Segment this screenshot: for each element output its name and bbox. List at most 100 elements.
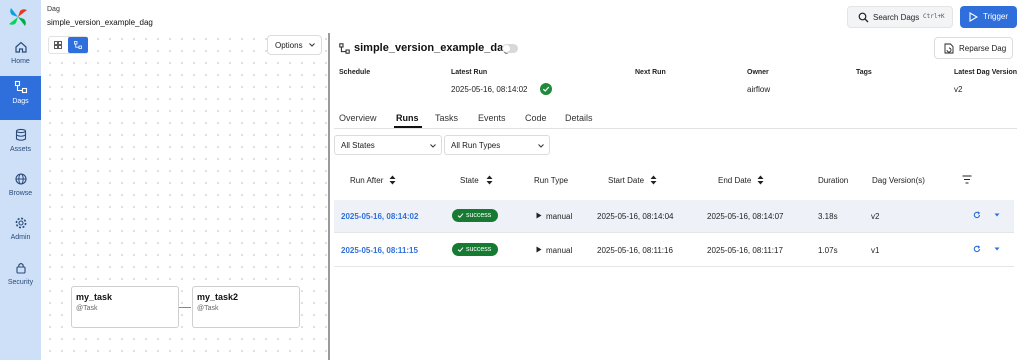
- run-after-link[interactable]: 2025-05-16, 08:14:02: [341, 212, 418, 221]
- run-type-filter-value: All Run Types: [451, 141, 501, 150]
- sort-icon[interactable]: [650, 175, 657, 185]
- state-filter-value: All States: [341, 141, 375, 150]
- column-header-duration: Duration: [818, 176, 849, 185]
- sidebar-item-home[interactable]: Home: [0, 36, 41, 80]
- home-icon: [14, 41, 27, 53]
- meta-header-latest-version: Latest Dag Version: [954, 69, 1018, 76]
- grid-view-button[interactable]: [49, 37, 68, 53]
- sidebar-item-browse[interactable]: Browse: [0, 168, 41, 212]
- airflow-logo[interactable]: [7, 6, 29, 28]
- tab-details[interactable]: Details: [565, 113, 593, 123]
- sidebar-item-dags[interactable]: Dags: [0, 76, 41, 120]
- sidebar-item-security[interactable]: Security: [0, 257, 41, 301]
- state-filter-select[interactable]: All States: [334, 135, 442, 155]
- page-title: simple_version_example_dag: [47, 18, 153, 27]
- dag-title: simple_version_example_dag: [354, 42, 510, 54]
- dag-version: v1: [871, 246, 880, 255]
- check-icon: [457, 247, 464, 253]
- task-name: my_task: [76, 292, 113, 302]
- graph-view-button[interactable]: [68, 37, 88, 53]
- sidebar-item-label: Browse: [8, 190, 33, 197]
- column-header-start-date[interactable]: Start Date: [608, 176, 644, 185]
- sidebar-item-label: Dags: [12, 98, 29, 105]
- start-date: 2025-05-16, 08:14:04: [597, 212, 674, 221]
- search-dags-button[interactable]: Search Dags Ctrl+K: [847, 6, 953, 28]
- tab-overview[interactable]: Overview: [339, 113, 377, 123]
- search-label: Search Dags: [873, 13, 920, 22]
- meta-header-latest-run: Latest Run: [451, 69, 488, 76]
- owner-value: airflow: [747, 85, 771, 94]
- run-after-link[interactable]: 2025-05-16, 08:11:15: [341, 246, 418, 255]
- play-icon: [969, 12, 978, 22]
- options-button[interactable]: Options: [267, 35, 322, 55]
- search-icon: [858, 12, 869, 23]
- chevron-down-icon[interactable]: [994, 247, 1000, 251]
- table-row[interactable]: 2025-05-16, 08:11:15 success manual 2025…: [334, 234, 1014, 267]
- column-header-run-type: Run Type: [534, 176, 569, 185]
- dag-version: v2: [871, 212, 880, 221]
- reparse-label: Reparse Dag: [959, 44, 1007, 53]
- latest-run-link[interactable]: 2025-05-16, 08:14:02: [451, 85, 528, 94]
- status-badge: success: [452, 209, 498, 222]
- task-edge: [179, 307, 191, 308]
- gear-icon: [15, 217, 26, 229]
- column-header-dag-versions: Dag Version(s): [872, 176, 925, 185]
- column-header-run-after[interactable]: Run After: [350, 176, 383, 185]
- file-refresh-icon: [944, 43, 954, 54]
- success-status-icon: [540, 83, 552, 95]
- panel-resize-handle[interactable]: [328, 33, 330, 360]
- trigger-label: Trigger: [983, 12, 1009, 21]
- clear-run-icon[interactable]: [973, 211, 981, 219]
- pause-toggle[interactable]: [502, 44, 518, 53]
- duration: 1.07s: [818, 246, 838, 255]
- clear-run-icon[interactable]: [973, 245, 981, 253]
- task-name: my_task2: [197, 292, 239, 302]
- active-tab-indicator: [394, 126, 422, 128]
- reparse-dag-button[interactable]: Reparse Dag: [934, 37, 1013, 59]
- end-date: 2025-05-16, 08:11:17: [707, 246, 783, 255]
- tab-runs[interactable]: Runs: [396, 113, 419, 123]
- sidebar-item-label: Security: [7, 279, 34, 286]
- sort-icon[interactable]: [486, 175, 493, 185]
- chevron-down-icon[interactable]: [994, 213, 1000, 217]
- run-type-filter-select[interactable]: All Run Types: [444, 135, 550, 155]
- lock-icon: [15, 263, 26, 274]
- chevron-down-icon: [309, 43, 315, 47]
- sort-icon[interactable]: [757, 175, 764, 185]
- view-toggle: [48, 36, 88, 54]
- tab-tasks[interactable]: Tasks: [435, 113, 458, 123]
- task-type: @Task: [76, 305, 98, 312]
- sidebar-item-admin[interactable]: Admin: [0, 212, 41, 256]
- tab-code[interactable]: Code: [525, 113, 547, 123]
- status-text: success: [466, 246, 492, 253]
- duration: 3.18s: [818, 212, 838, 221]
- meta-header-tags: Tags: [856, 69, 872, 76]
- options-label: Options: [275, 41, 303, 50]
- end-date: 2025-05-16, 08:14:07: [707, 212, 784, 221]
- column-header-end-date[interactable]: End Date: [718, 176, 751, 185]
- sidebar: Home Dags Assets Browse Admin Security: [0, 0, 41, 360]
- sidebar-item-assets[interactable]: Assets: [0, 124, 41, 168]
- chevron-down-icon: [430, 144, 436, 148]
- task-node-my-task2[interactable]: my_task2 @Task: [192, 286, 300, 328]
- status-badge: success: [452, 243, 498, 256]
- dag-icon: [339, 43, 350, 54]
- assets-icon: [15, 128, 26, 141]
- trigger-button[interactable]: Trigger: [960, 6, 1017, 28]
- start-date: 2025-05-16, 08:11:16: [597, 246, 673, 255]
- tab-events[interactable]: Events: [478, 113, 506, 123]
- play-icon: [536, 246, 542, 253]
- meta-header-next-run: Next Run: [635, 69, 666, 76]
- run-type: manual: [546, 212, 573, 221]
- filter-lines-icon[interactable]: [962, 175, 972, 184]
- table-row[interactable]: 2025-05-16, 08:14:02 success manual 2025…: [334, 200, 1014, 233]
- chevron-down-icon: [538, 144, 544, 148]
- play-icon: [536, 212, 542, 219]
- task-node-my-task[interactable]: my_task @Task: [71, 286, 179, 328]
- graph-view-icon: [74, 41, 82, 49]
- dags-icon: [14, 80, 27, 94]
- sidebar-item-label: Home: [11, 58, 30, 65]
- sort-icon[interactable]: [389, 175, 396, 185]
- keyboard-shortcut: Ctrl+K: [923, 13, 945, 20]
- column-header-state[interactable]: State: [460, 176, 479, 185]
